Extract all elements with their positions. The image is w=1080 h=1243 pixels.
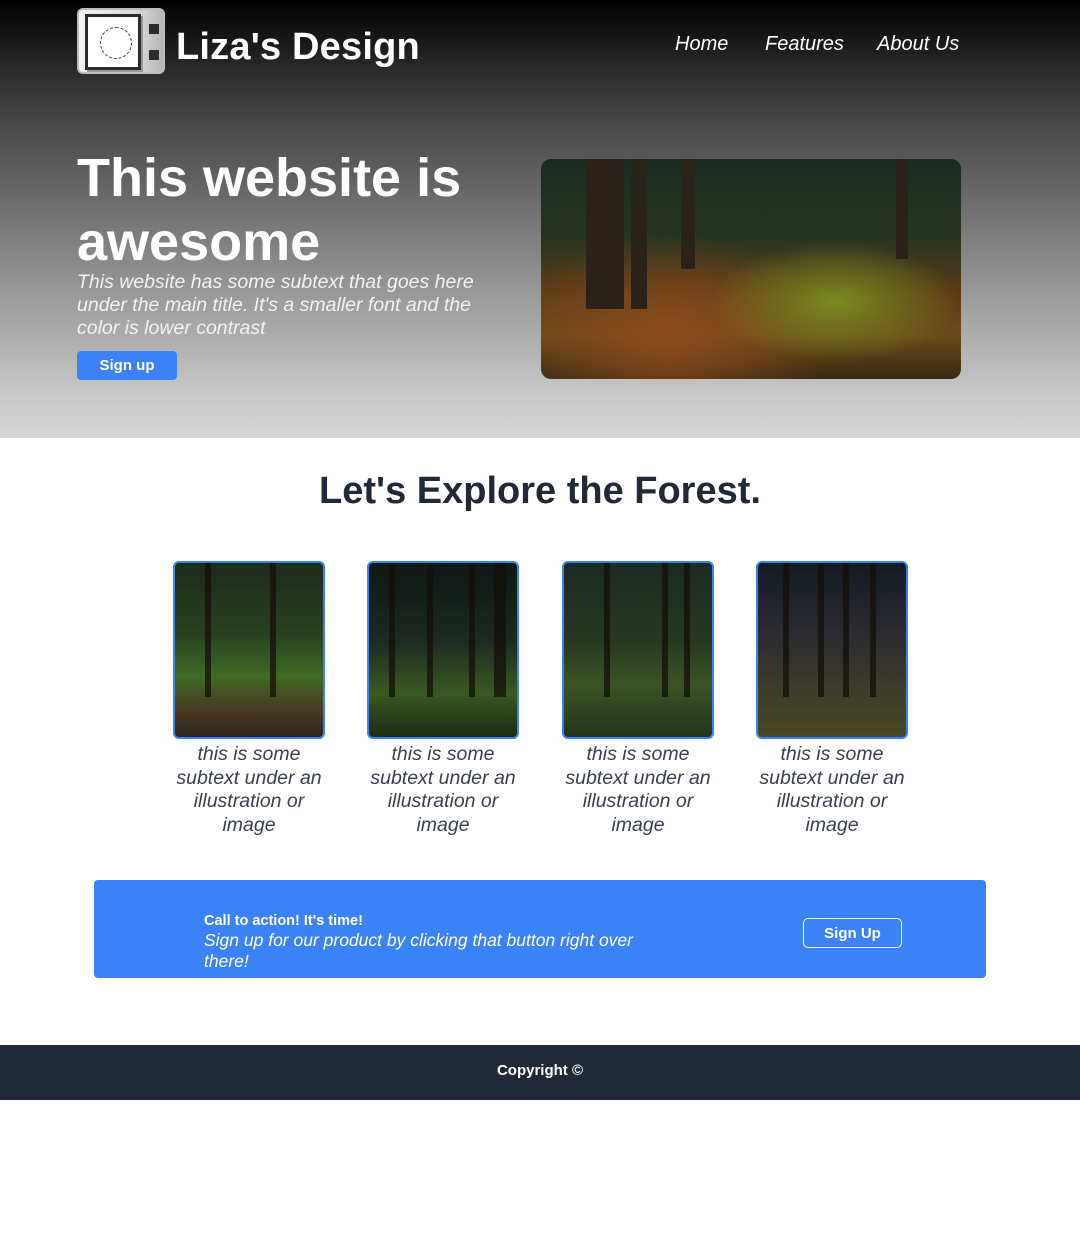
card-caption: this is some subtext under an illustrati… — [176, 743, 322, 836]
cta-heading: Call to action! It's time! — [204, 913, 363, 929]
copyright-text: Copyright © — [496, 1062, 584, 1079]
hero-forest-image — [541, 159, 961, 379]
card-caption: this is some subtext under an illustrati… — [565, 743, 711, 836]
mossy-forest-image — [562, 561, 714, 739]
forest-dusk-image — [756, 561, 908, 739]
tree-line — [870, 563, 876, 697]
hero-subtitle: This website has some subtext that goes … — [77, 271, 474, 339]
cta-signup-button[interactable]: Sign Up — [803, 918, 902, 948]
tree-trunk-shape — [681, 159, 695, 269]
hero-signup-button[interactable]: Sign up — [77, 351, 177, 380]
hero-title: This website is awesome — [77, 148, 462, 272]
card-caption: this is some subtext under an illustrati… — [370, 743, 516, 836]
cta-text: Sign up for our product by clicking that… — [204, 930, 633, 971]
dark-forest-image — [367, 561, 519, 739]
section-title: Let's Explore the Forest. — [319, 470, 761, 512]
nav-link-about-us[interactable]: About Us — [877, 33, 959, 56]
tree-line — [604, 563, 610, 697]
feature-card: this is some subtext under an illustrati… — [756, 561, 908, 837]
footer: Copyright © — [0, 1045, 1080, 1100]
main-nav: Home Features About Us — [0, 33, 1080, 57]
tree-line — [469, 563, 475, 697]
tree-line — [427, 563, 433, 697]
tree-line — [818, 563, 824, 697]
hero-section: Liza's Design Home Features About Us Thi… — [0, 0, 1080, 438]
tree-line — [205, 563, 211, 697]
tree-line — [662, 563, 668, 697]
tree-line — [494, 563, 506, 697]
tree-line — [843, 563, 849, 697]
tree-line — [783, 563, 789, 697]
feature-card: this is some subtext under an illustrati… — [173, 561, 325, 837]
tree-line — [684, 563, 690, 697]
tree-line — [389, 563, 395, 697]
feature-card: this is some subtext under an illustrati… — [562, 561, 714, 837]
forest-path-image — [173, 561, 325, 739]
nav-link-home[interactable]: Home — [675, 33, 728, 56]
feature-card: this is some subtext under an illustrati… — [367, 561, 519, 837]
tree-trunk-shape — [896, 159, 908, 259]
tree-trunk-shape — [586, 159, 624, 309]
tree-trunk-shape — [631, 159, 647, 309]
nav-link-features[interactable]: Features — [765, 33, 844, 56]
card-caption: this is some subtext under an illustrati… — [759, 743, 905, 836]
call-to-action-banner: Call to action! It's time! Sign up for o… — [94, 880, 986, 978]
tree-line — [270, 563, 276, 697]
